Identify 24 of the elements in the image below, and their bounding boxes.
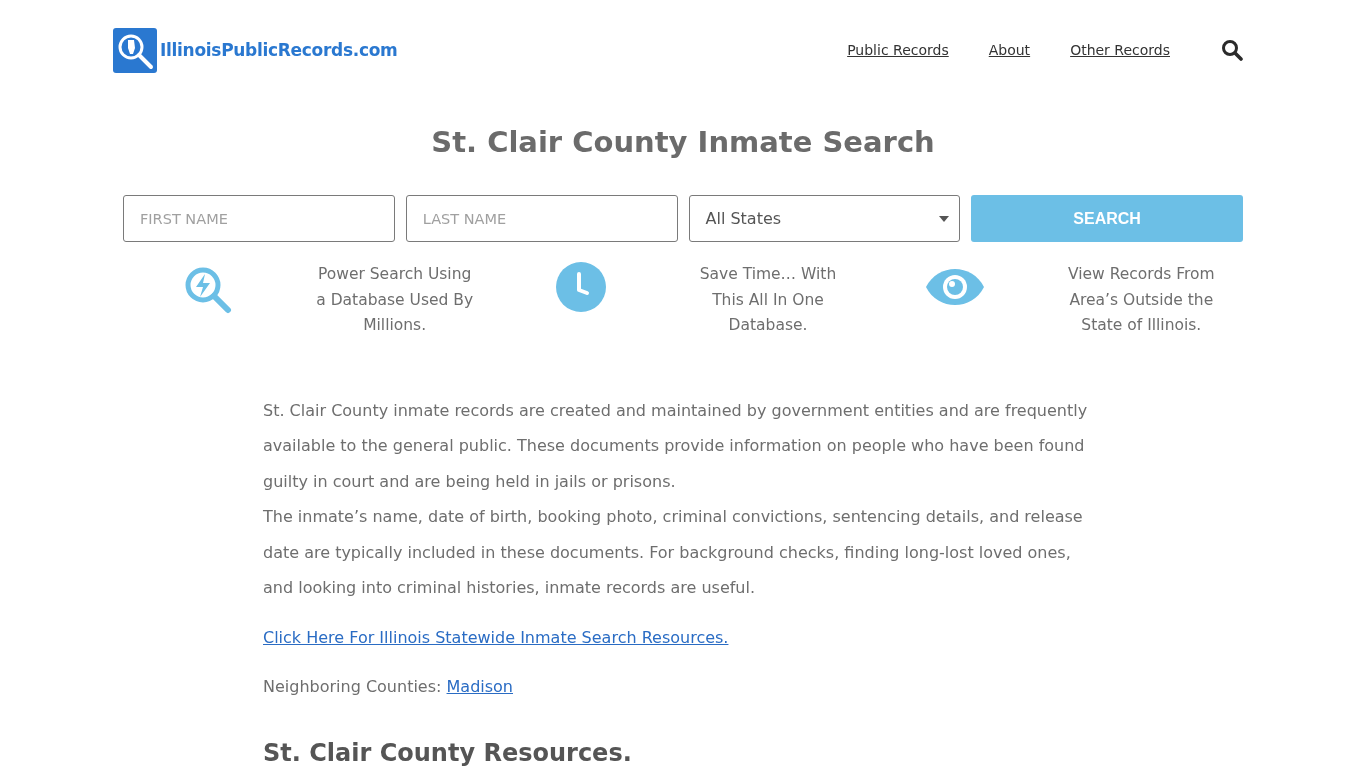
feature-text: View Records From Area’s Outside the State of Illinois. [1067, 264, 1216, 336]
caret-icon [939, 215, 950, 222]
statewide-resources-link[interactable]: Click Here For Illinois Statewide Inmate Search Resources. [263, 627, 729, 647]
nav-link[interactable]: Public Records [847, 42, 949, 58]
eye-icon [925, 269, 984, 305]
feature-text: Save Time… With This All In One Database. [698, 264, 838, 336]
clock-icon [556, 262, 607, 312]
site-logo[interactable]: IllinoisPublicRecords.com [113, 27, 398, 73]
logo-magnifier-icon [113, 27, 157, 73]
nav-link[interactable]: About [988, 42, 1031, 58]
page-title: St. Clair County Inmate Search [430, 124, 936, 161]
search-icon [1221, 39, 1243, 61]
last-name-field[interactable]: LAST NAME [405, 195, 678, 242]
body-paragraph: St. Clair County inmate records are created and maintained by government entities and are frequently available to the general public. These documents provide information on people who have been found guilty in court and are being held in jails or prisons. [263, 399, 1089, 493]
section-heading: St. Clair County Resources. [263, 738, 633, 767]
county-link[interactable]: Madison [446, 677, 513, 696]
state-select[interactable]: All States [688, 195, 961, 242]
first-name-field[interactable]: FIRST NAME [123, 195, 395, 242]
feature-text: Power Search Using a Database Used By Millions. [315, 264, 475, 336]
nav-link[interactable]: Other Records [1070, 42, 1170, 58]
magnifier-lightning-icon [184, 266, 232, 314]
body-paragraph: The inmate’s name, date of birth, booking photo, criminal convictions, sentencing details, and release date are typically included in these documents. For background checks, finding long-lost loved ones, and looking into criminal histories, inmate records are useful. [263, 506, 1084, 599]
neighboring-counties-label: Neighboring Counties: [263, 677, 442, 696]
search-button[interactable] [1221, 39, 1243, 61]
